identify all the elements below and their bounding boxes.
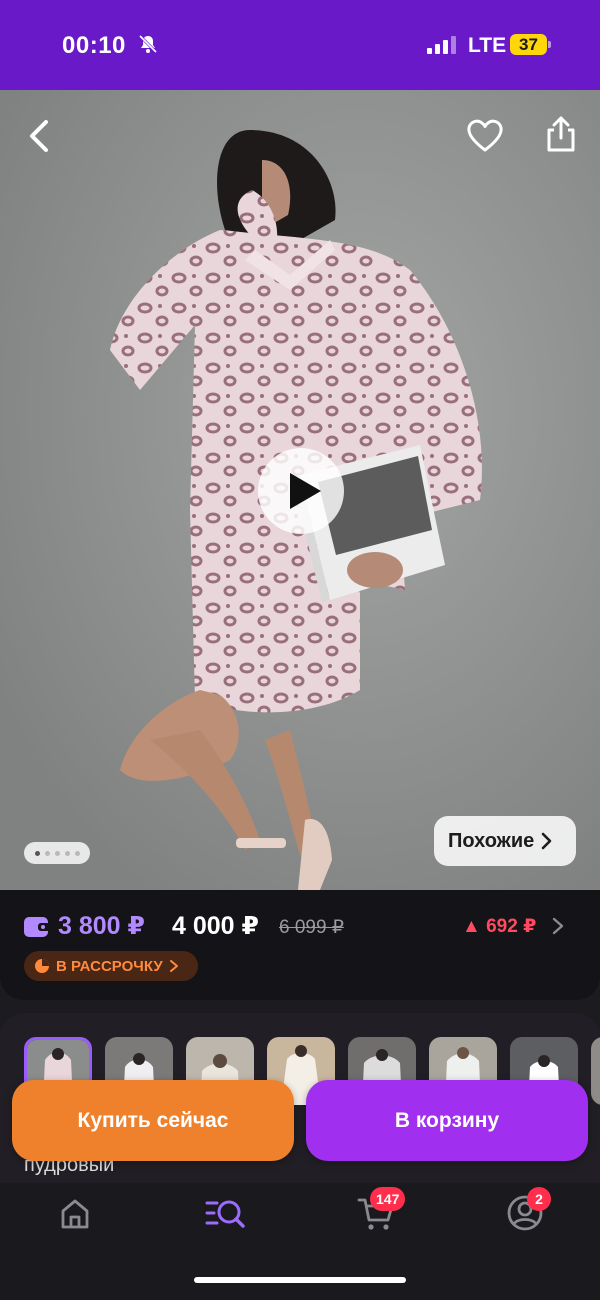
- share-icon[interactable]: [541, 114, 581, 154]
- cart-badge: 147: [370, 1187, 406, 1211]
- home-icon[interactable]: [55, 1193, 95, 1233]
- bell-muted-icon: [138, 34, 158, 54]
- back-arrow-icon[interactable]: [20, 116, 60, 156]
- status-time: 00:10: [62, 32, 126, 59]
- chevron-right-icon: [169, 960, 178, 972]
- heart-icon[interactable]: [465, 116, 505, 156]
- similar-button[interactable]: Похожие: [434, 816, 576, 866]
- chevron-right-icon[interactable]: [551, 916, 565, 936]
- catalog-search-icon[interactable]: [205, 1193, 245, 1233]
- current-price: 4 000 ₽: [172, 912, 259, 940]
- installment-button[interactable]: В РАССРОЧКУ: [24, 951, 198, 981]
- play-video-button[interactable]: [258, 448, 344, 534]
- network-type: LTE: [468, 34, 507, 57]
- home-indicator: [194, 1277, 406, 1283]
- buy-now-button[interactable]: Купить сейчас: [12, 1080, 294, 1161]
- signal-icon: [427, 36, 456, 54]
- status-bar: 00:10 LTE 37: [0, 0, 600, 90]
- product-photo[interactable]: Похожие: [0, 90, 600, 890]
- battery-icon: 37: [510, 34, 551, 55]
- slide-indicator: [24, 842, 90, 864]
- battery-level: 37: [510, 34, 547, 55]
- profile-badge: 2: [527, 1187, 551, 1211]
- wallet-price: 3 800 ₽: [58, 912, 145, 940]
- old-price: 6 099 ₽: [279, 917, 344, 938]
- play-icon: [290, 473, 321, 509]
- chevron-right-icon: [541, 832, 552, 850]
- color-thumb[interactable]: [591, 1037, 600, 1105]
- similar-label: Похожие: [448, 829, 535, 852]
- pie-chart-icon: [35, 959, 49, 973]
- price-card[interactable]: 3 800 ₽ 4 000 ₽ 6 099 ₽ ▲ 692 ₽ В РАССРО…: [0, 890, 600, 1000]
- price-change[interactable]: ▲ 692 ₽: [462, 915, 536, 938]
- wallet-icon: [24, 917, 50, 937]
- add-to-cart-button[interactable]: В корзину: [306, 1080, 588, 1161]
- installment-label: В РАССРОЧКУ: [56, 957, 163, 975]
